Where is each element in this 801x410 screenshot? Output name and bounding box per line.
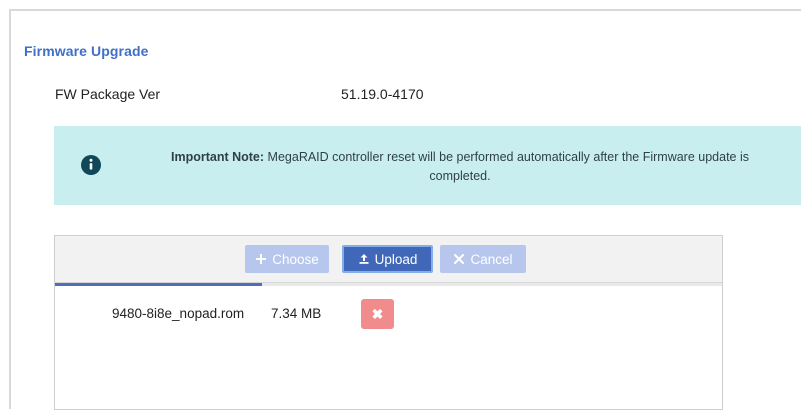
choose-button[interactable]: Choose <box>245 245 329 273</box>
choose-button-label: Choose <box>272 251 319 267</box>
file-size: 7.34 MB <box>271 306 322 321</box>
file-name: 9480-8i8e_nopad.rom <box>112 306 245 321</box>
important-note-text: Important Note: MegaRAID controller rese… <box>145 148 775 186</box>
upload-progress-bar <box>55 283 722 286</box>
close-icon: ✖ <box>371 306 384 322</box>
cancel-button[interactable]: Cancel <box>440 245 526 273</box>
fw-package-value: 51.19.0-4170 <box>341 86 424 102</box>
upload-icon <box>358 253 370 265</box>
fw-package-label: FW Package Ver <box>55 86 161 102</box>
plus-icon <box>255 253 267 265</box>
file-uploader: Choose Upload Cancel 9480-8i8e_nopad.rom… <box>54 235 723 410</box>
close-icon <box>453 253 465 265</box>
cancel-button-label: Cancel <box>470 251 513 267</box>
info-icon <box>81 155 101 175</box>
important-note-message: MegaRAID controller reset will be perfor… <box>267 150 749 183</box>
important-note-label: Important Note: <box>171 150 265 164</box>
section-title: Firmware Upgrade <box>24 43 149 59</box>
upload-button[interactable]: Upload <box>342 245 433 273</box>
uploader-toolbar: Choose Upload Cancel <box>55 236 722 283</box>
upload-button-label: Upload <box>374 251 418 267</box>
upload-progress-fill <box>55 283 262 286</box>
remove-file-button[interactable]: ✖ <box>361 299 394 329</box>
